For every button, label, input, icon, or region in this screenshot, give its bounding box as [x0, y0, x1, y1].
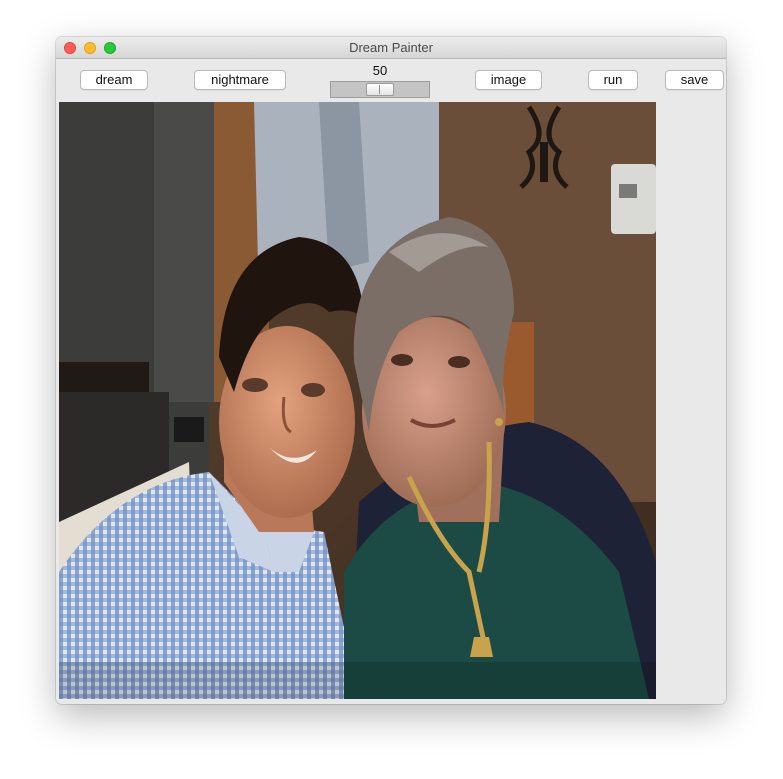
save-button[interactable]: save [665, 70, 724, 90]
slider-thumb[interactable] [366, 83, 394, 96]
dream-button[interactable]: dream [80, 70, 148, 90]
run-button[interactable]: run [588, 70, 638, 90]
portrait-photo [59, 102, 656, 699]
image-canvas[interactable] [59, 102, 656, 699]
title-bar[interactable]: Dream Painter [56, 37, 726, 59]
nightmare-button[interactable]: nightmare [194, 70, 286, 90]
app-window: Dream Painter dream nightmare 50 image r… [56, 37, 726, 704]
intensity-slider[interactable] [330, 81, 430, 98]
window-title: Dream Painter [349, 40, 433, 55]
image-button[interactable]: image [475, 70, 542, 90]
slider-value-label: 50 [372, 63, 388, 78]
slider-grip [379, 85, 380, 94]
